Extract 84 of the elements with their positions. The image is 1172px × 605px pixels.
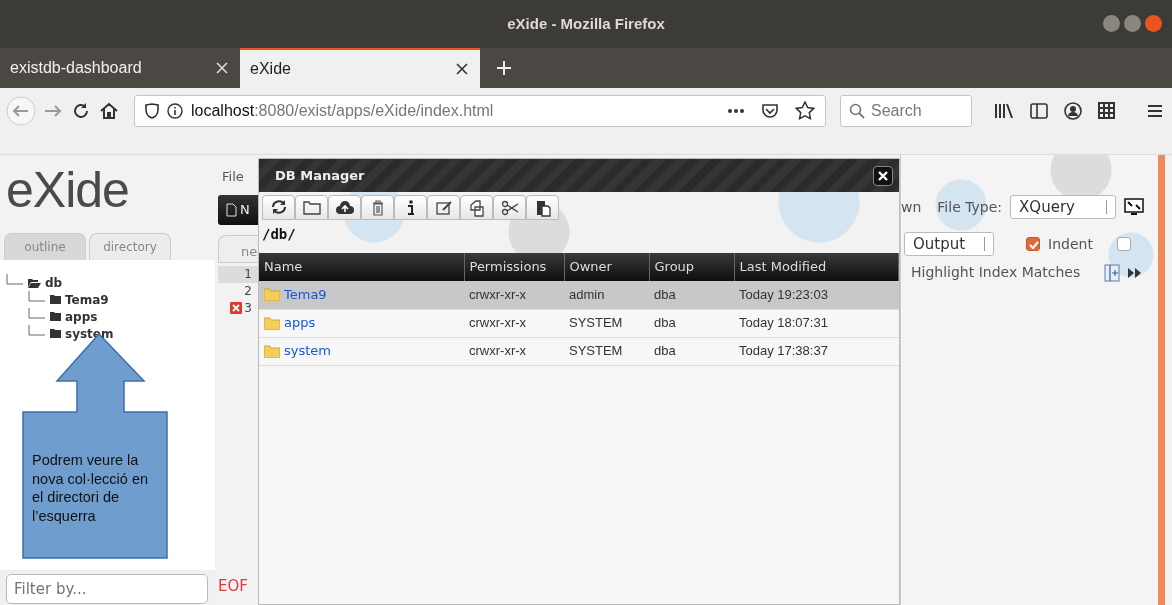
info-button[interactable] xyxy=(394,195,427,220)
checkbox[interactable] xyxy=(1116,237,1131,251)
close-button[interactable] xyxy=(873,165,893,186)
line-number: 3 xyxy=(244,300,252,317)
table-cell: Today 18:07:31 xyxy=(734,309,899,337)
file-type-select[interactable]: XQuery xyxy=(1010,195,1117,219)
minimize-button[interactable] xyxy=(1103,15,1120,32)
table-cell: admin xyxy=(564,281,649,309)
scissors-button[interactable] xyxy=(493,195,526,220)
highlight-label: Highlight Index Matches xyxy=(911,263,1081,282)
search-field[interactable]: Search xyxy=(840,94,972,127)
paste-button[interactable] xyxy=(526,195,559,220)
output-select[interactable]: Output xyxy=(904,232,994,256)
dialog-title: DB Manager xyxy=(275,166,365,185)
folder-link[interactable]: Tema9 xyxy=(284,285,327,305)
address-bar[interactable]: localhost:8080/exist/apps/eXide/index.html xyxy=(134,94,826,127)
indent-label: Indent xyxy=(1048,234,1093,254)
maximize-button[interactable] xyxy=(1124,15,1141,32)
line-number: 2 xyxy=(244,283,252,300)
fast-forward-icon[interactable] xyxy=(1128,266,1143,279)
info-icon[interactable] xyxy=(167,102,183,119)
folder-icon xyxy=(264,344,280,358)
tree-item[interactable]: apps xyxy=(65,307,98,326)
table-cell: dba xyxy=(649,337,734,365)
table-cell: dba xyxy=(649,281,734,309)
shield-icon[interactable] xyxy=(145,102,159,119)
tree-item[interactable]: Tema9 xyxy=(65,290,109,309)
copy-button[interactable] xyxy=(460,195,493,220)
table-cell: Today 17:38:37 xyxy=(734,337,899,365)
plus-icon[interactable] xyxy=(496,60,512,76)
browser-tab[interactable]: eXide xyxy=(240,48,480,88)
column-header[interactable]: Permissions xyxy=(464,253,564,281)
filter-field[interactable]: Filter by... xyxy=(6,574,208,604)
document-icon xyxy=(226,202,237,217)
folder-link[interactable]: system xyxy=(284,341,331,361)
folder-icon xyxy=(264,316,280,330)
column-header[interactable]: Last Modified xyxy=(734,253,899,281)
url-text: localhost:8080/exist/apps/eXide/index.html xyxy=(191,100,494,121)
sidebar-icon[interactable] xyxy=(1030,102,1048,119)
indent-checkbox[interactable] xyxy=(1026,237,1040,251)
close-icon[interactable] xyxy=(456,63,468,75)
toolbar-label: wn xyxy=(901,197,922,217)
file-type-label: File Type: xyxy=(937,197,1003,217)
tree-item[interactable]: db xyxy=(45,273,63,292)
error-message: EOF xyxy=(218,575,249,597)
info-icon xyxy=(406,199,415,216)
callout-text: Podrem veure la nova col·lecció en el directori de l’esquerra xyxy=(32,451,150,526)
fullscreen-icon[interactable] xyxy=(1124,198,1145,216)
menu-icon[interactable] xyxy=(1147,103,1163,118)
trash-button[interactable] xyxy=(361,195,394,220)
column-header[interactable]: Group xyxy=(649,253,734,281)
upload-button[interactable] xyxy=(328,195,361,220)
star-icon[interactable] xyxy=(795,100,815,121)
folder-link[interactable]: apps xyxy=(284,313,316,333)
library-icon[interactable] xyxy=(994,101,1014,120)
table-cell: crwxr-xr-x xyxy=(464,337,564,365)
column-header[interactable]: Name xyxy=(259,253,464,281)
grid-icon[interactable] xyxy=(1098,102,1115,119)
column-header[interactable]: Owner xyxy=(564,253,649,281)
table-cell: crwxr-xr-x xyxy=(464,281,564,309)
folder-button[interactable] xyxy=(295,195,328,220)
table-cell: SYSTEM xyxy=(564,309,649,337)
expand-icon[interactable] xyxy=(1104,263,1121,282)
table-cell: crwxr-xr-x xyxy=(464,309,564,337)
search-icon xyxy=(849,102,865,119)
account-icon[interactable] xyxy=(1064,101,1082,120)
line-number: 1 xyxy=(244,266,252,283)
browser-tab[interactable]: existdb-dashboard xyxy=(0,48,240,88)
window-title: eXide - Mozilla Firefox xyxy=(507,13,665,34)
table-cell: dba xyxy=(649,309,734,337)
new-button[interactable]: N xyxy=(218,194,258,225)
more-icon[interactable] xyxy=(727,107,745,114)
folder-icon xyxy=(264,288,280,302)
edit-button[interactable] xyxy=(427,195,460,220)
back-icon[interactable] xyxy=(6,95,36,126)
menu-item[interactable]: File xyxy=(222,169,244,184)
table-cell: Today 19:23:03 xyxy=(734,281,899,309)
logo-text: eXide xyxy=(6,160,129,220)
reload-button[interactable] xyxy=(262,195,295,220)
path-label: /db/ xyxy=(262,225,297,244)
scrollbar[interactable] xyxy=(1158,155,1165,605)
pocket-icon[interactable] xyxy=(761,101,779,120)
table-cell: SYSTEM xyxy=(564,337,649,365)
close-icon xyxy=(878,170,888,181)
